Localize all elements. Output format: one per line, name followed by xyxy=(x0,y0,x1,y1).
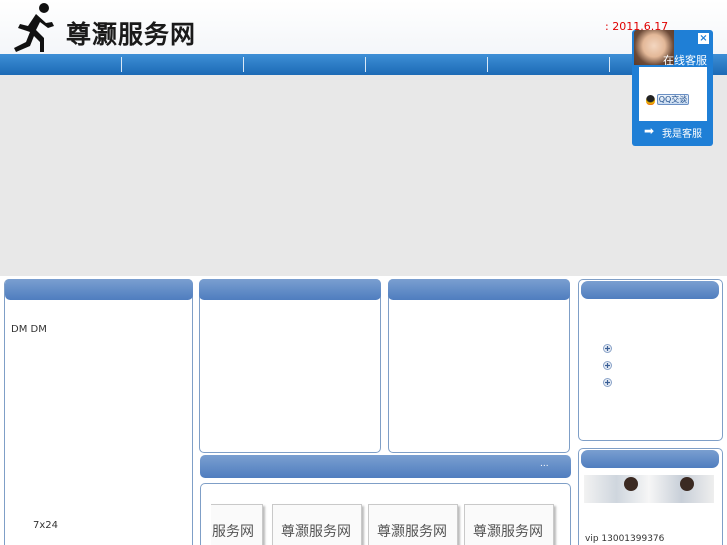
partner-logo[interactable]: 尊灏服务网 xyxy=(368,504,458,545)
service-staff-image xyxy=(584,475,714,503)
intro-text: DM DM xyxy=(11,324,47,335)
site-name: 尊灏服务网 xyxy=(66,20,197,49)
partner-logo[interactable]: 尊灏服务网 xyxy=(464,504,554,545)
close-icon[interactable]: × xyxy=(698,33,709,44)
partner-logo-strip: 服务网 尊灏服务网 尊灏服务网 尊灏服务网 xyxy=(211,498,567,545)
service-panel-header xyxy=(581,450,719,468)
service-contact: vip 13001399376 xyxy=(585,534,665,544)
links-panel xyxy=(578,279,723,441)
news-panel xyxy=(199,279,381,453)
notice-panel-header xyxy=(388,279,570,300)
links-panel-header xyxy=(581,281,719,299)
more-link[interactable]: ... xyxy=(540,459,549,469)
nav-divider xyxy=(609,57,610,72)
nav-divider xyxy=(365,57,366,72)
online-service-body: QQ交谈 xyxy=(639,67,707,121)
nav-divider xyxy=(121,57,122,72)
header: 尊灏服务网 : 2011.6.17 xyxy=(0,0,727,54)
nav-divider xyxy=(243,57,244,72)
site-logo[interactable]: 尊灏服务网 xyxy=(6,2,206,52)
banner xyxy=(0,75,727,276)
bullet-icon xyxy=(603,344,612,353)
online-service-title: 在线客服 xyxy=(663,54,707,67)
nav-bar xyxy=(0,54,727,75)
staff-avatar xyxy=(680,477,694,491)
notice-panel xyxy=(388,279,570,453)
bullet-icon xyxy=(603,361,612,370)
qq-chat-button[interactable]: QQ交谈 xyxy=(657,94,689,105)
partner-logo[interactable]: 服务网 xyxy=(211,504,263,545)
staff-avatar xyxy=(624,477,638,491)
intro-footer: 7x24 xyxy=(33,520,59,531)
nav-divider xyxy=(487,57,488,72)
online-service-panel: × 在线客服 QQ交谈 ➡ 我是客服 xyxy=(632,30,713,146)
online-service-footer[interactable]: 我是客服 xyxy=(662,125,702,140)
intro-panel xyxy=(4,279,193,545)
partners-header xyxy=(200,455,571,478)
bullet-icon xyxy=(603,378,612,387)
intro-panel-header xyxy=(5,279,193,300)
partner-logo[interactable]: 尊灏服务网 xyxy=(272,504,362,545)
arrow-right-icon: ➡ xyxy=(644,124,655,138)
runner-icon xyxy=(14,3,54,52)
qq-icon xyxy=(646,95,655,105)
news-panel-header xyxy=(199,279,381,300)
